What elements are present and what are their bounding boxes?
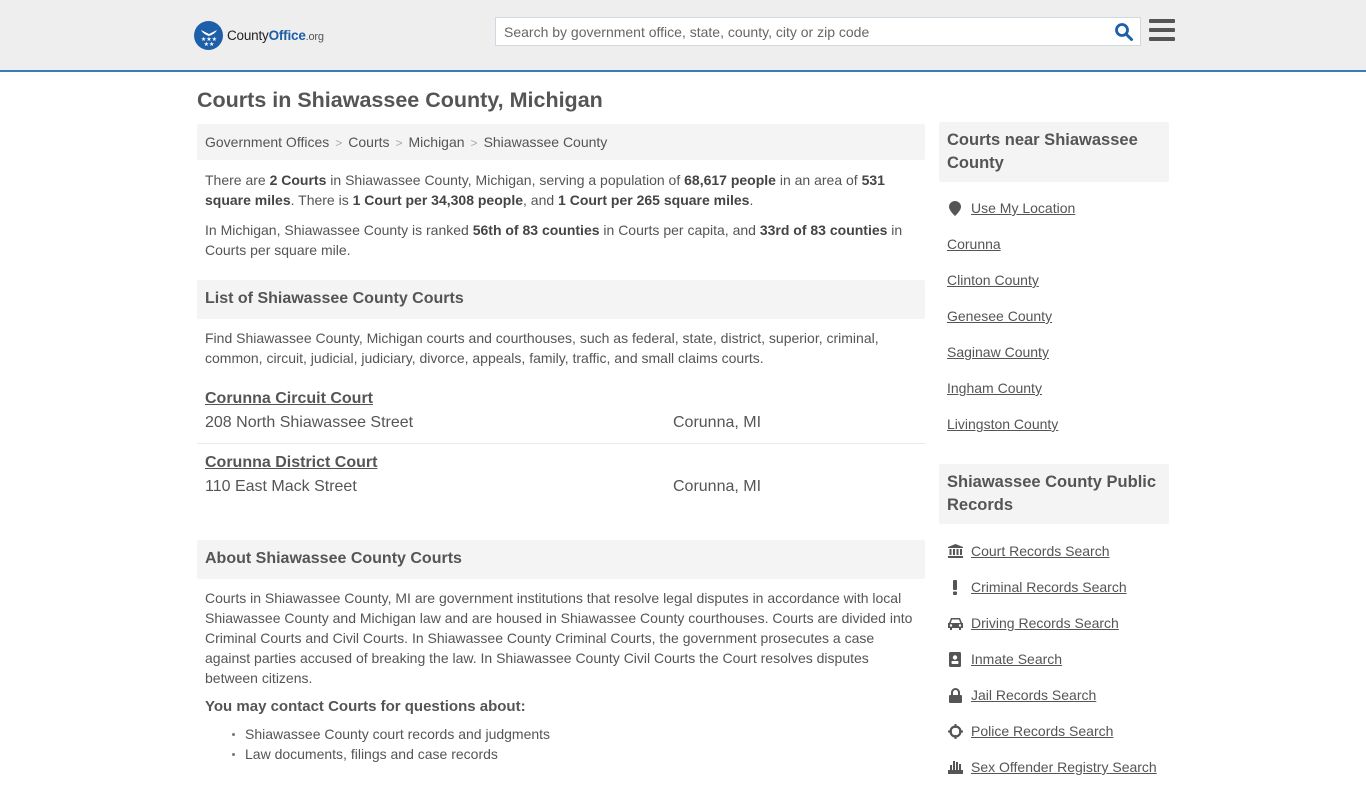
courthouse-icon [947, 543, 963, 559]
logo-text-office: Office [268, 28, 306, 43]
use-my-location-link[interactable]: Use My Location [971, 200, 1075, 216]
nearby-item: Saginaw County [939, 334, 1169, 370]
records-item: Sex Offender Registry Search [939, 749, 1169, 785]
records-item: Court Records Search [939, 533, 1169, 569]
court-city: Corunna, MI [673, 478, 762, 495]
court-address: 208 North Shiawassee Street [205, 414, 414, 431]
contact-question-item: Law documents, filings and case records [232, 744, 925, 764]
contact-questions-list: Shiawassee County court records and judg… [197, 724, 925, 764]
contact-question-item: Shiawassee County court records and judg… [232, 724, 925, 744]
breadcrumb-michigan[interactable]: Michigan [409, 134, 465, 150]
court-records-search-link[interactable]: Court Records Search [971, 543, 1110, 559]
nearby-link-genesee-county[interactable]: Genesee County [947, 308, 1052, 324]
nearby-item: Livingston County [939, 406, 1169, 442]
search-icon [1115, 23, 1133, 41]
nearby-link-livingston-county[interactable]: Livingston County [947, 416, 1058, 432]
nearby-link-corunna[interactable]: Corunna [947, 236, 1001, 252]
nearby-courts-list: Use My Location Corunna Clinton County G… [939, 190, 1169, 442]
about-section-body: Courts in Shiawassee County, MI are gove… [205, 590, 913, 686]
site-header: ★★★ ★★ CountyOffice.org [0, 0, 1366, 72]
records-item: Driving Records Search [939, 605, 1169, 641]
nearby-item: Ingham County [939, 370, 1169, 406]
public-records-list: Court Records Search Criminal Records Se… [939, 533, 1169, 785]
main-content: Government Offices > Courts > Michigan > Shiaw… [197, 124, 925, 764]
list-section-description: Find Shiawassee County, Michigan courts … [205, 330, 879, 366]
records-item: Police Records Search [939, 713, 1169, 749]
search-input[interactable] [496, 18, 1106, 45]
search-box [495, 17, 1141, 46]
eagle-logo-icon: ★★★ ★★ [194, 21, 223, 50]
records-item: Criminal Records Search [939, 569, 1169, 605]
logo-wordmark: CountyOffice.org [227, 28, 324, 43]
menu-bar-icon [1149, 19, 1175, 23]
id-badge-icon [947, 651, 963, 667]
sidebar-nearby-courts: Courts near Shiawassee County Use My Loc… [939, 122, 1169, 442]
search-button[interactable] [1114, 22, 1134, 42]
breadcrumb-separator: > [335, 136, 343, 150]
court-address: 110 East Mack Street [205, 478, 357, 495]
nearby-link-saginaw-county[interactable]: Saginaw County [947, 344, 1049, 360]
intro-ranking-paragraph: In Michigan, Shiawassee County is ranked… [205, 222, 903, 258]
records-item: Jail Records Search [939, 677, 1169, 713]
breadcrumb-courts[interactable]: Courts [348, 134, 389, 150]
records-item: Inmate Search [939, 641, 1169, 677]
court-name-link[interactable]: Corunna District Court [205, 454, 377, 472]
court-list-item: Corunna Circuit Court 208 North Shiawass… [197, 380, 925, 444]
nearby-link-ingham-county[interactable]: Ingham County [947, 380, 1042, 396]
public-records-heading: Shiawassee County Public Records [939, 464, 1169, 524]
menu-bar-icon [1149, 28, 1175, 32]
sidebar-public-records: Shiawassee County Public Records Court R… [939, 464, 1169, 785]
nearby-item-use-location: Use My Location [939, 190, 1169, 226]
contact-questions-heading: You may contact Courts for questions abo… [205, 698, 526, 715]
menu-bar-icon [1149, 37, 1175, 41]
exclamation-icon [947, 579, 963, 595]
court-list-item: Corunna District Court 110 East Mack Str… [197, 444, 925, 509]
breadcrumb-separator: > [470, 136, 478, 150]
breadcrumb-government-offices[interactable]: Government Offices [205, 134, 329, 150]
driving-records-search-link[interactable]: Driving Records Search [971, 615, 1119, 631]
list-section-heading: List of Shiawassee County Courts [197, 280, 925, 319]
nearby-item: Genesee County [939, 298, 1169, 334]
breadcrumb: Government Offices > Courts > Michigan > Shiaw… [197, 124, 925, 160]
svg-text:★★: ★★ [203, 41, 214, 47]
breadcrumb-shiawassee-county[interactable]: Shiawassee County [484, 134, 608, 150]
sex-offender-registry-search-link[interactable]: Sex Offender Registry Search [971, 759, 1157, 775]
map-marker-icon [947, 200, 963, 216]
court-city: Corunna, MI [673, 414, 762, 431]
breadcrumb-separator: > [395, 136, 403, 150]
court-name-link[interactable]: Corunna Circuit Court [205, 390, 373, 408]
about-section-heading: About Shiawassee County Courts [197, 540, 925, 579]
nearby-link-clinton-county[interactable]: Clinton County [947, 272, 1039, 288]
hamburger-menu-button[interactable] [1149, 19, 1175, 41]
intro-stats-paragraph: There are 2 Courts in Shiawassee County,… [205, 172, 885, 208]
inmate-search-link[interactable]: Inmate Search [971, 651, 1062, 667]
crosshairs-icon [947, 723, 963, 739]
jail-records-search-link[interactable]: Jail Records Search [971, 687, 1096, 703]
nearby-item: Corunna [939, 226, 1169, 262]
logo-text-org: .org [305, 31, 324, 43]
hand-icon [947, 759, 963, 775]
lock-icon [947, 687, 963, 703]
criminal-records-search-link[interactable]: Criminal Records Search [971, 579, 1127, 595]
nearby-item: Clinton County [939, 262, 1169, 298]
page-title: Courts in Shiawassee County, Michigan [197, 88, 603, 112]
police-records-search-link[interactable]: Police Records Search [971, 723, 1113, 739]
site-logo[interactable]: ★★★ ★★ CountyOffice.org [194, 21, 324, 50]
car-icon [947, 615, 963, 631]
nearby-courts-heading: Courts near Shiawassee County [939, 122, 1169, 182]
logo-text-county: County [227, 28, 269, 43]
